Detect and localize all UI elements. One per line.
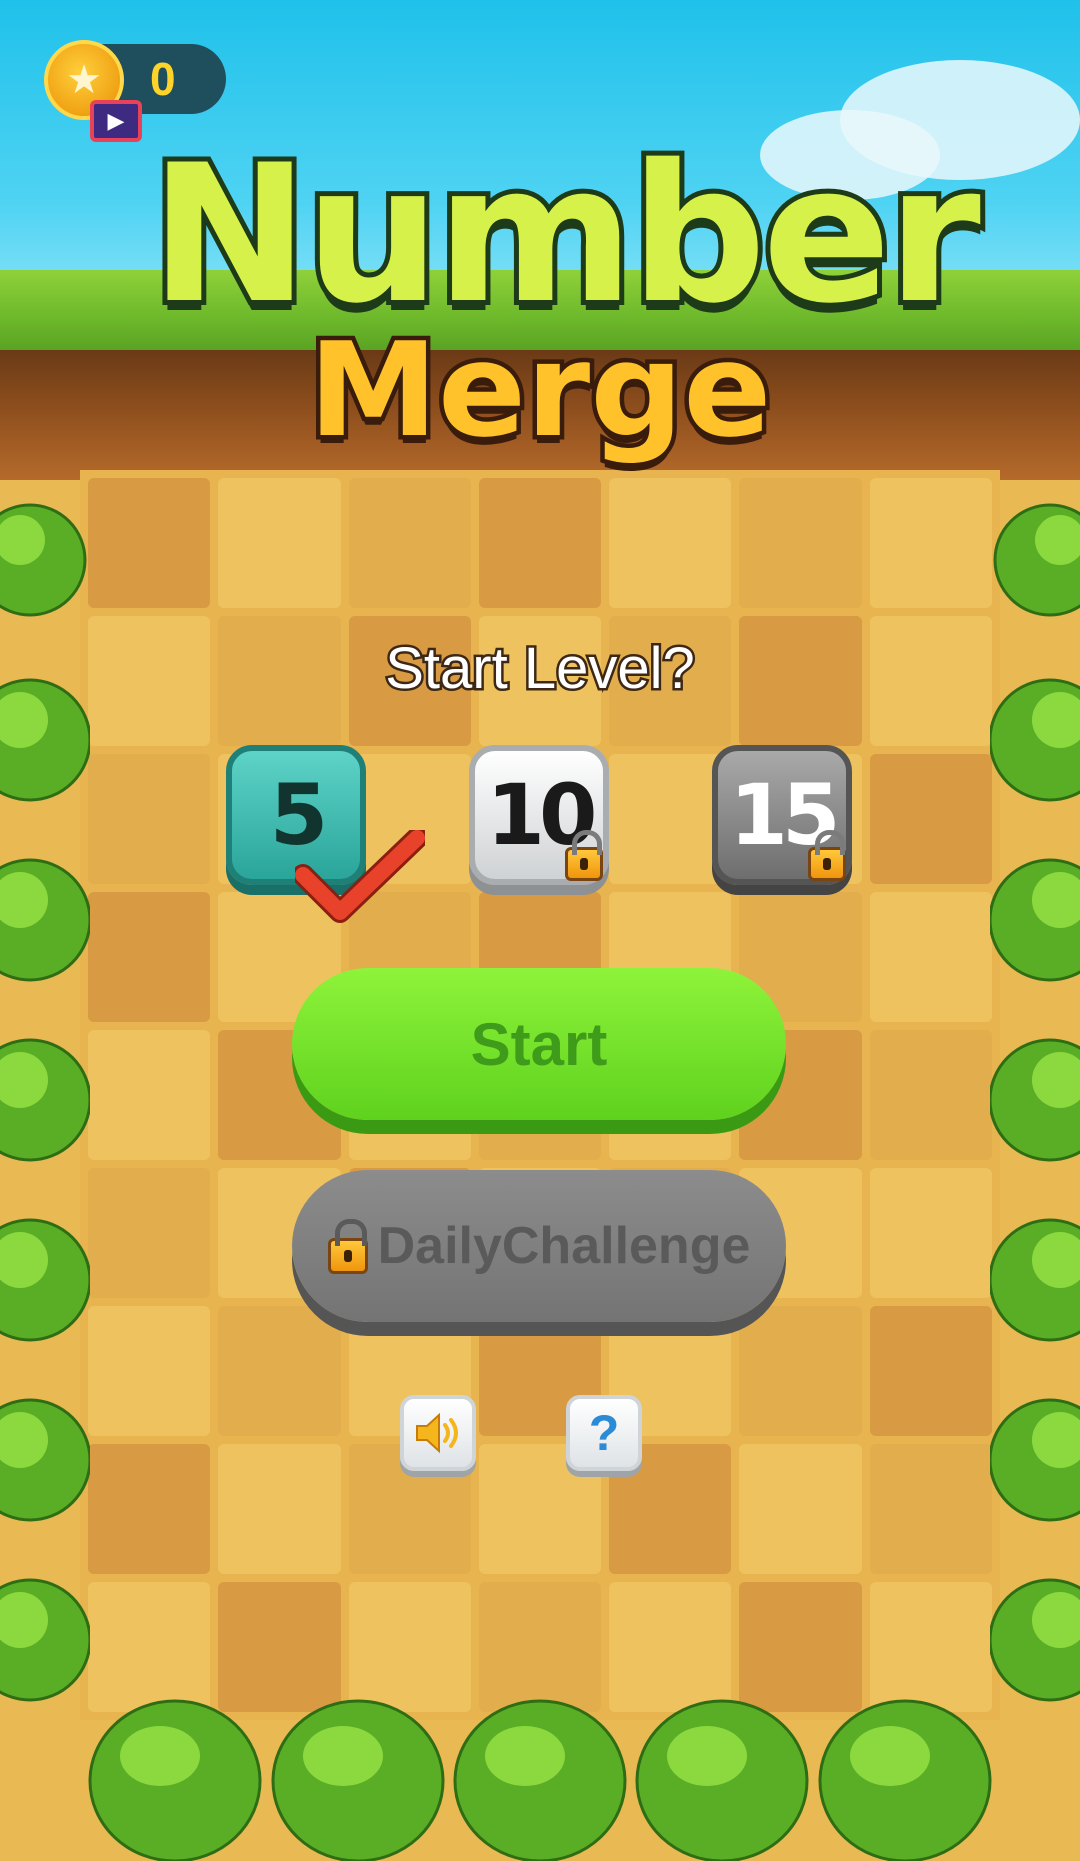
level-15-button[interactable]: 15 [712, 745, 852, 885]
start-button-label: Start [470, 1010, 608, 1078]
title-number: Number [145, 124, 986, 345]
lock-icon [327, 1219, 368, 1274]
lock-icon [565, 830, 603, 881]
coin-count: 0 [150, 53, 176, 105]
help-button[interactable]: ? [566, 1395, 642, 1471]
start-button[interactable]: Start [292, 968, 786, 1120]
daily-challenge-label: DailyChallenge [377, 1217, 751, 1275]
checkmark-icon [295, 830, 425, 923]
question-icon: ? [588, 1405, 620, 1461]
sound-button[interactable] [400, 1395, 476, 1471]
video-play-icon[interactable]: ▶ [90, 100, 142, 142]
lock-icon [808, 830, 846, 881]
start-level-prompt: Start Level? [383, 634, 698, 704]
daily-challenge-button[interactable]: DailyChallenge [292, 1170, 786, 1322]
speaker-icon [416, 1412, 458, 1454]
title-merge: Merge [304, 314, 776, 466]
level-10-button[interactable]: 10 [469, 745, 609, 885]
